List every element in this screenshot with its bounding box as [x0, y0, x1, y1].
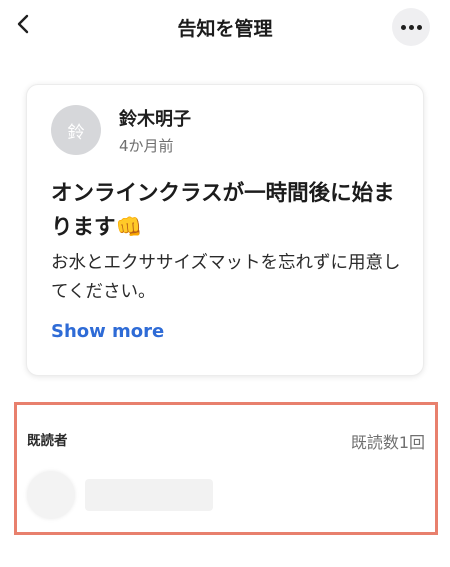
announcement-body: お水とエクササイズマットを忘れずに用意してください。 — [51, 253, 401, 302]
announcement-manage-screen: 告知を管理 鈴 鈴木明子 4か月前 オンラインクラスが一時間後に始まります👊 お… — [0, 0, 450, 567]
header-bar: 告知を管理 — [0, 0, 450, 60]
announcement-card: 鈴 鈴木明子 4か月前 オンラインクラスが一時間後に始まります👊 お水とエクササ… — [26, 84, 424, 376]
reader-name-blurred[interactable] — [85, 479, 213, 511]
page-title: 告知を管理 — [177, 18, 273, 40]
more-options-button[interactable] — [392, 8, 430, 46]
reader-avatar[interactable] — [27, 471, 75, 519]
show-more-link[interactable]: Show more — [51, 321, 164, 342]
announcement-title: オンラインクラスが一時間後に始まります👊 — [51, 181, 395, 240]
more-horizontal-icon — [399, 24, 423, 30]
read-count: 既読数1回 — [350, 433, 425, 452]
author-name: 鈴木明子 — [119, 109, 191, 130]
readers-label: 既読者 — [27, 433, 68, 449]
author-avatar: 鈴 — [51, 105, 101, 155]
post-timestamp: 4か月前 — [119, 137, 174, 155]
readers-section: 既読者 既読数1回 — [14, 402, 438, 535]
